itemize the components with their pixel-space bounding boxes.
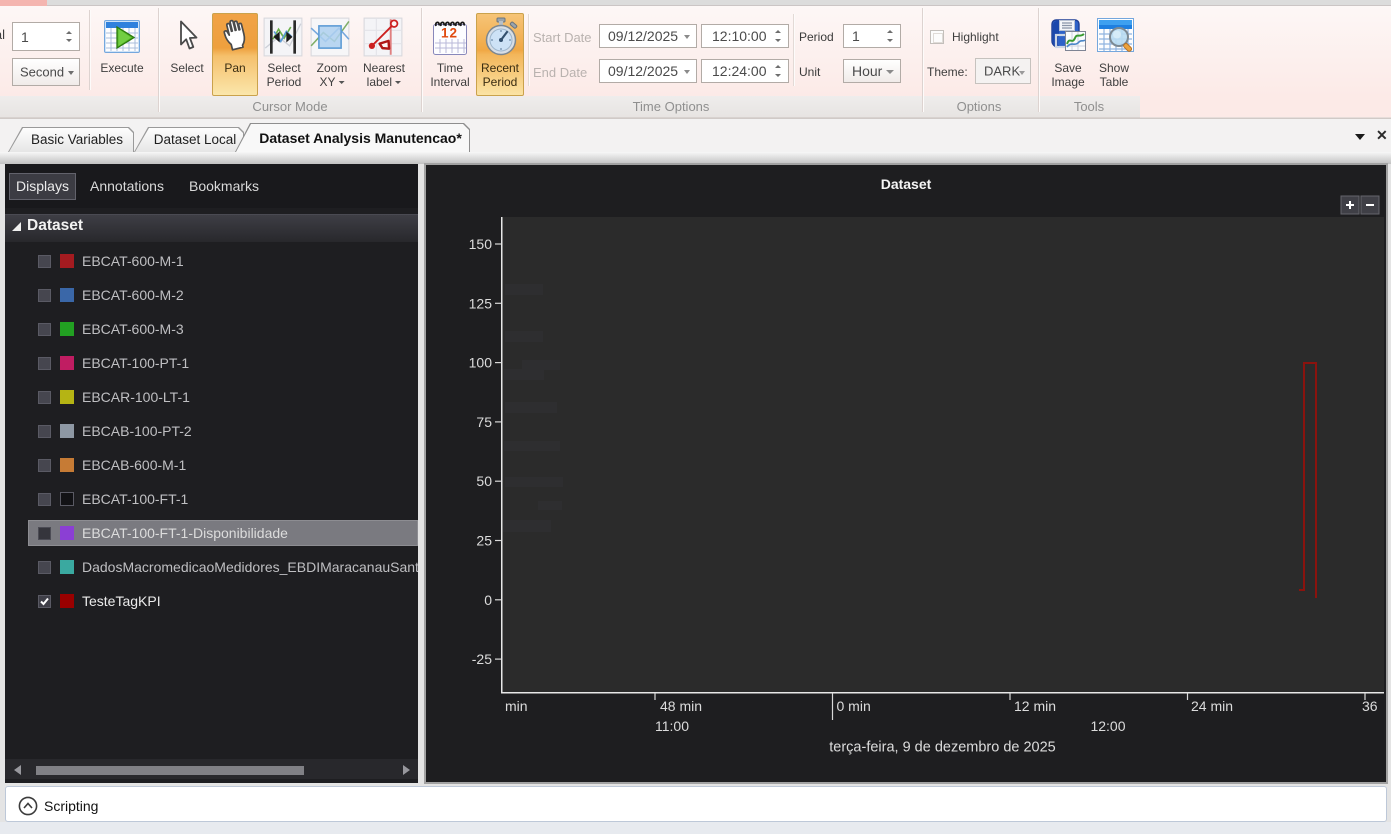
svg-text:terça-feira, 9 de dezembro de: terça-feira, 9 de dezembro de 2025	[829, 740, 1056, 756]
svg-text:150: 150	[469, 236, 493, 252]
svg-text:12 min: 12 min	[1014, 698, 1056, 714]
svg-text:24 min: 24 min	[1191, 698, 1233, 714]
svg-text:min: min	[505, 698, 528, 714]
svg-text:-25: -25	[472, 651, 492, 667]
svg-text:0: 0	[484, 592, 492, 608]
svg-text:12: 12	[441, 26, 458, 41]
svg-text:75: 75	[476, 414, 492, 430]
svg-text:50: 50	[476, 473, 492, 489]
svg-text:Dataset: Dataset	[881, 176, 932, 192]
svg-text:125: 125	[469, 295, 493, 311]
svg-text:36: 36	[1362, 698, 1378, 714]
svg-text:48 min: 48 min	[660, 698, 702, 714]
svg-text:0 min: 0 min	[837, 698, 871, 714]
svg-text:11:00: 11:00	[655, 718, 689, 734]
svg-text:25: 25	[476, 533, 492, 549]
svg-text:100: 100	[469, 355, 493, 371]
svg-text:12:00: 12:00	[1090, 718, 1125, 734]
